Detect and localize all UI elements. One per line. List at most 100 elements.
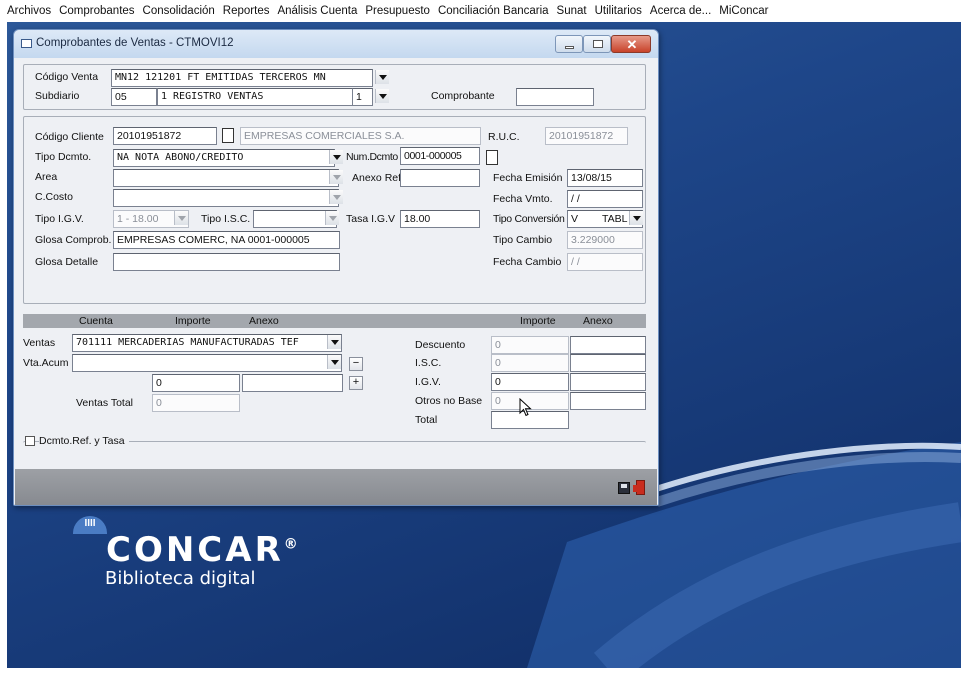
- codigo-cliente-field[interactable]: 20101951872: [113, 127, 217, 145]
- chevron-down-icon[interactable]: [375, 89, 389, 103]
- tipo-dcmto-select[interactable]: NA NOTA ABONO/CREDITO: [113, 149, 335, 167]
- ventas-total-label: Ventas Total: [76, 397, 134, 409]
- anexo-field[interactable]: [242, 374, 343, 392]
- tipo-dcmto-label: Tipo Dcmto.: [35, 151, 92, 163]
- tipo-conversion-label: Tipo Conversión: [493, 213, 565, 225]
- codigo-cliente-label: Código Cliente: [35, 131, 104, 143]
- maximize-icon: [593, 40, 603, 48]
- add-row-button[interactable]: +: [349, 376, 363, 390]
- ventas-cuenta-select[interactable]: 701111 MERCADERIAS MANUFACTURADAS TEF: [72, 334, 342, 352]
- isc-importe-field[interactable]: 0: [491, 354, 569, 372]
- comprobante-field[interactable]: [516, 88, 594, 106]
- igv-importe-field[interactable]: 0: [491, 373, 569, 391]
- fecha-cambio-label: Fecha Cambio: [493, 256, 562, 268]
- chevron-down-icon[interactable]: [327, 355, 341, 369]
- menu-acerca-de[interactable]: Acerca de...: [650, 5, 711, 17]
- col-cuenta: Cuenta: [79, 315, 113, 327]
- ccosto-label: C.Costo: [35, 191, 73, 203]
- chevron-down-icon[interactable]: [327, 335, 341, 349]
- remove-row-button[interactable]: −: [349, 357, 363, 371]
- fecha-emision-field[interactable]: 13/08/15: [567, 169, 643, 187]
- chevron-down-icon[interactable]: [329, 190, 343, 204]
- menu-analisis-cuenta[interactable]: Análisis Cuenta: [277, 5, 357, 17]
- tipo-igv-label: Tipo I.G.V.: [35, 213, 84, 225]
- menu-presupuesto[interactable]: Presupuesto: [365, 5, 430, 17]
- igv-anexo-field[interactable]: [570, 373, 646, 391]
- menu-comprobantes[interactable]: Comprobantes: [59, 5, 134, 17]
- tasa-igv-label: Tasa I.G.V: [346, 213, 396, 225]
- exit-door-icon[interactable]: [633, 480, 645, 495]
- logo-subtitle: Biblioteca digital: [105, 568, 256, 589]
- grid-header: Cuenta Importe Anexo Importe Anexo: [23, 314, 646, 328]
- tipo-conversion-code: V: [571, 213, 579, 225]
- ventas-label: Ventas: [23, 337, 56, 349]
- menu-consolidacion[interactable]: Consolidación: [143, 5, 215, 17]
- tipo-cambio-field: 3.229000: [567, 231, 643, 249]
- vta-acum-label: Vta.Acum: [23, 357, 69, 369]
- otros-anexo-field[interactable]: [570, 392, 646, 410]
- chevron-down-icon[interactable]: [329, 150, 343, 164]
- tipo-cambio-label: Tipo Cambio: [493, 234, 553, 246]
- anexo-ref-label: Anexo Ref.: [352, 172, 404, 184]
- new-document-icon[interactable]: [486, 150, 498, 165]
- chevron-down-icon[interactable]: [629, 211, 643, 225]
- comprobante-label: Comprobante: [431, 90, 495, 102]
- dcmto-ref-label: Dcmto.Ref. y Tasa: [39, 435, 129, 447]
- col-importe-2: Importe: [520, 315, 556, 327]
- dcmto-ref-checkbox[interactable]: [25, 436, 35, 446]
- anexo-ref-field[interactable]: [400, 169, 480, 187]
- glosa-detalle-label: Glosa Detalle: [35, 256, 99, 268]
- chevron-down-icon[interactable]: [174, 211, 188, 225]
- ventas-total-field: 0: [152, 394, 240, 412]
- subdiario-code-field[interactable]: 05: [111, 88, 157, 106]
- col-anexo-2: Anexo: [583, 315, 613, 327]
- chevron-down-icon[interactable]: [325, 211, 339, 225]
- descuento-importe-field[interactable]: 0: [491, 336, 569, 354]
- maximize-button[interactable]: [583, 35, 611, 53]
- glosa-comprob-label: Glosa Comprob.: [35, 234, 112, 246]
- window-titlebar[interactable]: Comprobantes de Ventas - CTMOVI12 ✕: [14, 30, 658, 58]
- col-importe: Importe: [175, 315, 211, 327]
- glosa-detalle-field[interactable]: [113, 253, 340, 271]
- save-icon[interactable]: [618, 482, 630, 494]
- codigo-venta-label: Código Venta: [35, 71, 99, 83]
- fecha-vmto-label: Fecha Vmto.: [493, 193, 553, 205]
- otros-no-base-label: Otros no Base: [415, 395, 483, 407]
- razon-social-field: EMPRESAS COMERCIALES S.A.: [240, 127, 481, 145]
- menu-utilitarios[interactable]: Utilitarios: [595, 5, 642, 17]
- subdiario-number: 1: [353, 88, 373, 106]
- tasa-igv-field[interactable]: 18.00: [400, 210, 480, 228]
- glosa-comprob-field[interactable]: EMPRESAS COMERC, NA 0001-000005: [113, 231, 340, 249]
- area-select[interactable]: [113, 169, 339, 187]
- importe-field[interactable]: 0: [152, 374, 240, 392]
- codigo-venta-select[interactable]: MN12 121201 FT EMITIDAS TERCEROS MN: [111, 69, 373, 87]
- num-dcmto-field[interactable]: 0001-000005: [400, 147, 480, 165]
- minimize-button[interactable]: [555, 35, 583, 53]
- vta-acum-select[interactable]: [72, 354, 342, 372]
- chevron-down-icon[interactable]: [329, 170, 343, 184]
- chevron-down-icon[interactable]: [375, 70, 389, 84]
- menu-archivos[interactable]: Archivos: [7, 5, 51, 17]
- window-client: Código Venta MN12 121201 FT EMITIDAS TER…: [15, 58, 657, 505]
- menu-sunat[interactable]: Sunat: [557, 5, 587, 17]
- num-dcmto-label: Num.Dcmto: [346, 151, 398, 163]
- new-document-icon[interactable]: [222, 128, 234, 143]
- igv-label: I.G.V.: [415, 376, 441, 388]
- mouse-cursor-icon: [519, 398, 532, 417]
- fecha-cambio-field[interactable]: / /: [567, 253, 643, 271]
- close-button[interactable]: ✕: [611, 35, 651, 53]
- tipo-isc-label: Tipo I.S.C.: [201, 213, 251, 225]
- status-bar: [15, 469, 657, 505]
- subdiario-label: Subdiario: [35, 90, 80, 102]
- close-icon: ✕: [626, 37, 638, 52]
- menu-conciliacion-bancaria[interactable]: Conciliación Bancaria: [438, 5, 549, 17]
- comprobantes-ventas-window: Comprobantes de Ventas - CTMOVI12 ✕ Códi…: [13, 29, 659, 506]
- ccosto-select[interactable]: [113, 189, 339, 207]
- fecha-vmto-field[interactable]: / /: [567, 190, 643, 208]
- isc-anexo-field[interactable]: [570, 354, 646, 372]
- window-title: Comprobantes de Ventas - CTMOVI12: [36, 37, 234, 49]
- subdiario-select[interactable]: 1 REGISTRO VENTAS: [157, 88, 353, 106]
- menu-reportes[interactable]: Reportes: [223, 5, 270, 17]
- descuento-anexo-field[interactable]: [570, 336, 646, 354]
- menu-miconcar[interactable]: MiConcar: [719, 5, 768, 17]
